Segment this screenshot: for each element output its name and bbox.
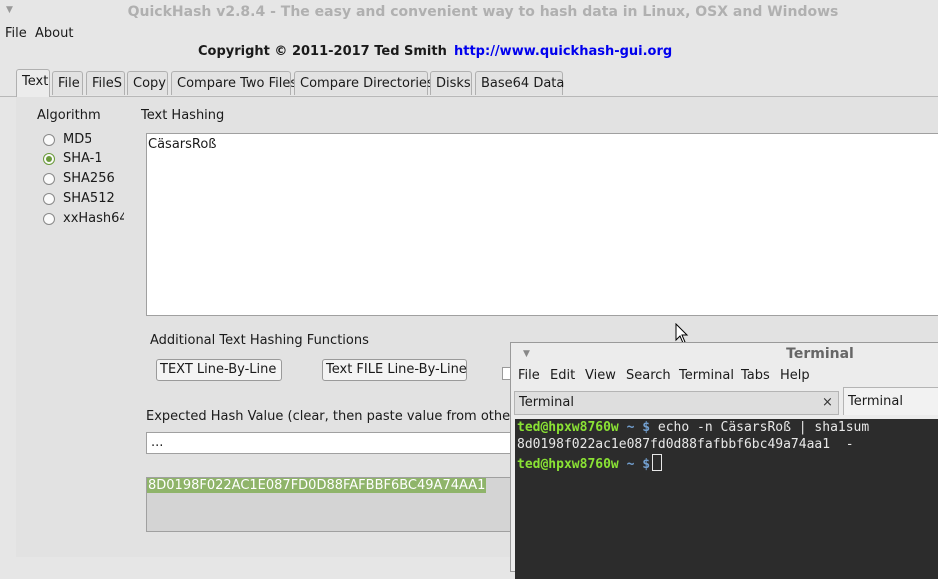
- terminal-menu-tabs[interactable]: Tabs: [741, 368, 770, 383]
- radio-sha256-label[interactable]: SHA256: [63, 171, 115, 186]
- menu-about[interactable]: About: [35, 26, 73, 41]
- radio-xxhash64[interactable]: [43, 213, 55, 225]
- text-hashing-label: Text Hashing: [141, 108, 225, 123]
- tab-text[interactable]: Text: [16, 69, 50, 97]
- tab-disks[interactable]: Disks: [430, 71, 472, 95]
- window-title: QuickHash v2.8.4 - The easy and convenie…: [127, 4, 839, 20]
- additional-functions-label: Additional Text Hashing Functions: [150, 333, 369, 348]
- website-link[interactable]: http://www.quickhash-gui.org: [454, 44, 672, 59]
- terminal-output[interactable]: ted@hpxw8760w ~ $ echo -n CäsarsRoß | sh…: [515, 419, 938, 579]
- text-input-area[interactable]: CäsarsRoß: [146, 133, 938, 316]
- menu-file[interactable]: File: [5, 26, 27, 41]
- title-bar[interactable]: ▼ QuickHash v2.8.4 - The easy and conven…: [0, 0, 938, 24]
- radio-md5-label[interactable]: MD5: [63, 132, 91, 147]
- radio-sha256[interactable]: [43, 173, 55, 185]
- copyright-text: Copyright © 2011-2017 Ted Smith: [198, 44, 447, 59]
- hash-result-value[interactable]: 8D0198F022AC1E087FD0D88FAFBBF6BC49A74AA1: [147, 478, 487, 493]
- tab-compare-two-files[interactable]: Compare Two Files: [171, 71, 297, 95]
- terminal-menu-file[interactable]: File: [518, 368, 540, 383]
- algorithm-label: Algorithm: [37, 108, 101, 123]
- radio-md5[interactable]: [43, 134, 55, 146]
- expected-hash-input[interactable]: ...: [146, 432, 526, 454]
- terminal-tab-2[interactable]: Terminal: [843, 387, 938, 415]
- terminal-title: Terminal: [786, 346, 854, 362]
- terminal-tab-1[interactable]: Terminal: [514, 391, 839, 415]
- tab-files[interactable]: FileS: [86, 71, 125, 95]
- terminal-line-1: ted@hpxw8760w ~ $ echo -n CäsarsRoß | sh…: [517, 420, 869, 435]
- prompt-path: ~ $: [626, 420, 651, 435]
- radio-sha1-label[interactable]: SHA-1: [63, 151, 101, 166]
- terminal-menu-edit[interactable]: Edit: [550, 368, 575, 383]
- text-line-by-line-button[interactable]: TEXT Line-By-Line: [156, 359, 282, 381]
- terminal-menu-search[interactable]: Search: [626, 368, 671, 383]
- expected-hash-label: Expected Hash Value (clear, then paste v…: [146, 409, 511, 424]
- terminal-menu-help[interactable]: Help: [780, 368, 810, 383]
- terminal-menu-terminal[interactable]: Terminal: [679, 368, 734, 383]
- prompt-path: ~ $: [626, 457, 651, 472]
- tab-copy[interactable]: Copy: [127, 71, 168, 95]
- menu-bar: File About: [0, 24, 938, 44]
- text-cursor: [652, 454, 663, 471]
- tab-file[interactable]: File: [52, 71, 83, 95]
- radio-sha512-label[interactable]: SHA512: [63, 191, 115, 206]
- text-file-line-by-line-button[interactable]: Text FILE Line-By-Line: [322, 359, 467, 381]
- terminal-command: echo -n CäsarsRoß | sha1sum: [650, 420, 870, 435]
- tab-compare-directories[interactable]: Compare Directories: [294, 71, 434, 95]
- terminal-line-3: ted@hpxw8760w ~ $: [517, 454, 663, 472]
- close-tab-icon[interactable]: ×: [822, 395, 833, 410]
- radio-sha512[interactable]: [43, 193, 55, 205]
- radio-xxhash64-label[interactable]: xxHash64: [63, 211, 124, 226]
- tab-base64-data[interactable]: Base64 Data: [475, 71, 564, 95]
- prompt-user: ted@hpxw8760w: [517, 457, 619, 472]
- terminal-output-line: 8d0198f022ac1e087fd0d88fafbbf6bc49a74aa1…: [517, 437, 854, 452]
- prompt-user: ted@hpxw8760w: [517, 420, 619, 435]
- tab-divider: [0, 96, 938, 97]
- terminal-menu-view[interactable]: View: [585, 368, 616, 383]
- terminal-window: ▼ Terminal File Edit View Search Termina…: [510, 342, 938, 579]
- radio-sha1[interactable]: [43, 153, 55, 165]
